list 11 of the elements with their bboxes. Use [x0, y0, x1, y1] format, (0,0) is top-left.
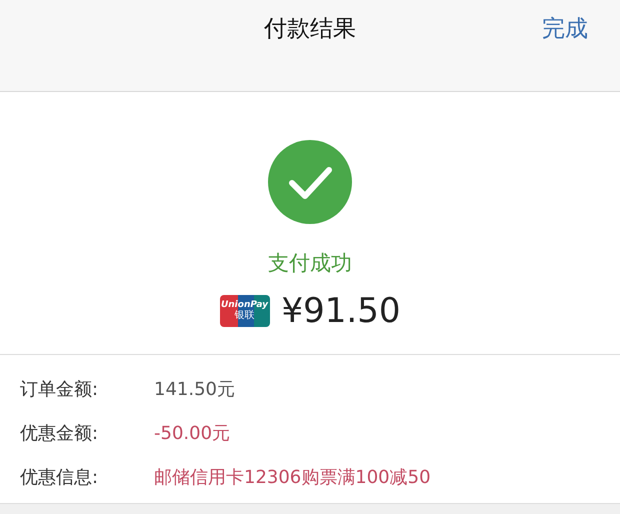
detail-label: 优惠金额:: [20, 422, 100, 445]
success-check-icon: [268, 140, 352, 224]
amount-text: ¥91.50: [282, 290, 400, 332]
done-button[interactable]: 完成: [540, 12, 590, 46]
detail-label: 优惠信息:: [20, 466, 100, 489]
detail-value: 141.50元: [154, 378, 235, 401]
status-text: 支付成功: [268, 250, 352, 277]
detail-value: -50.00元: [154, 422, 230, 445]
detail-label: 订单金额:: [20, 378, 100, 401]
detail-value: 邮储信用卡12306购票满100减50: [154, 466, 431, 489]
page-title: 付款结果: [264, 15, 356, 44]
